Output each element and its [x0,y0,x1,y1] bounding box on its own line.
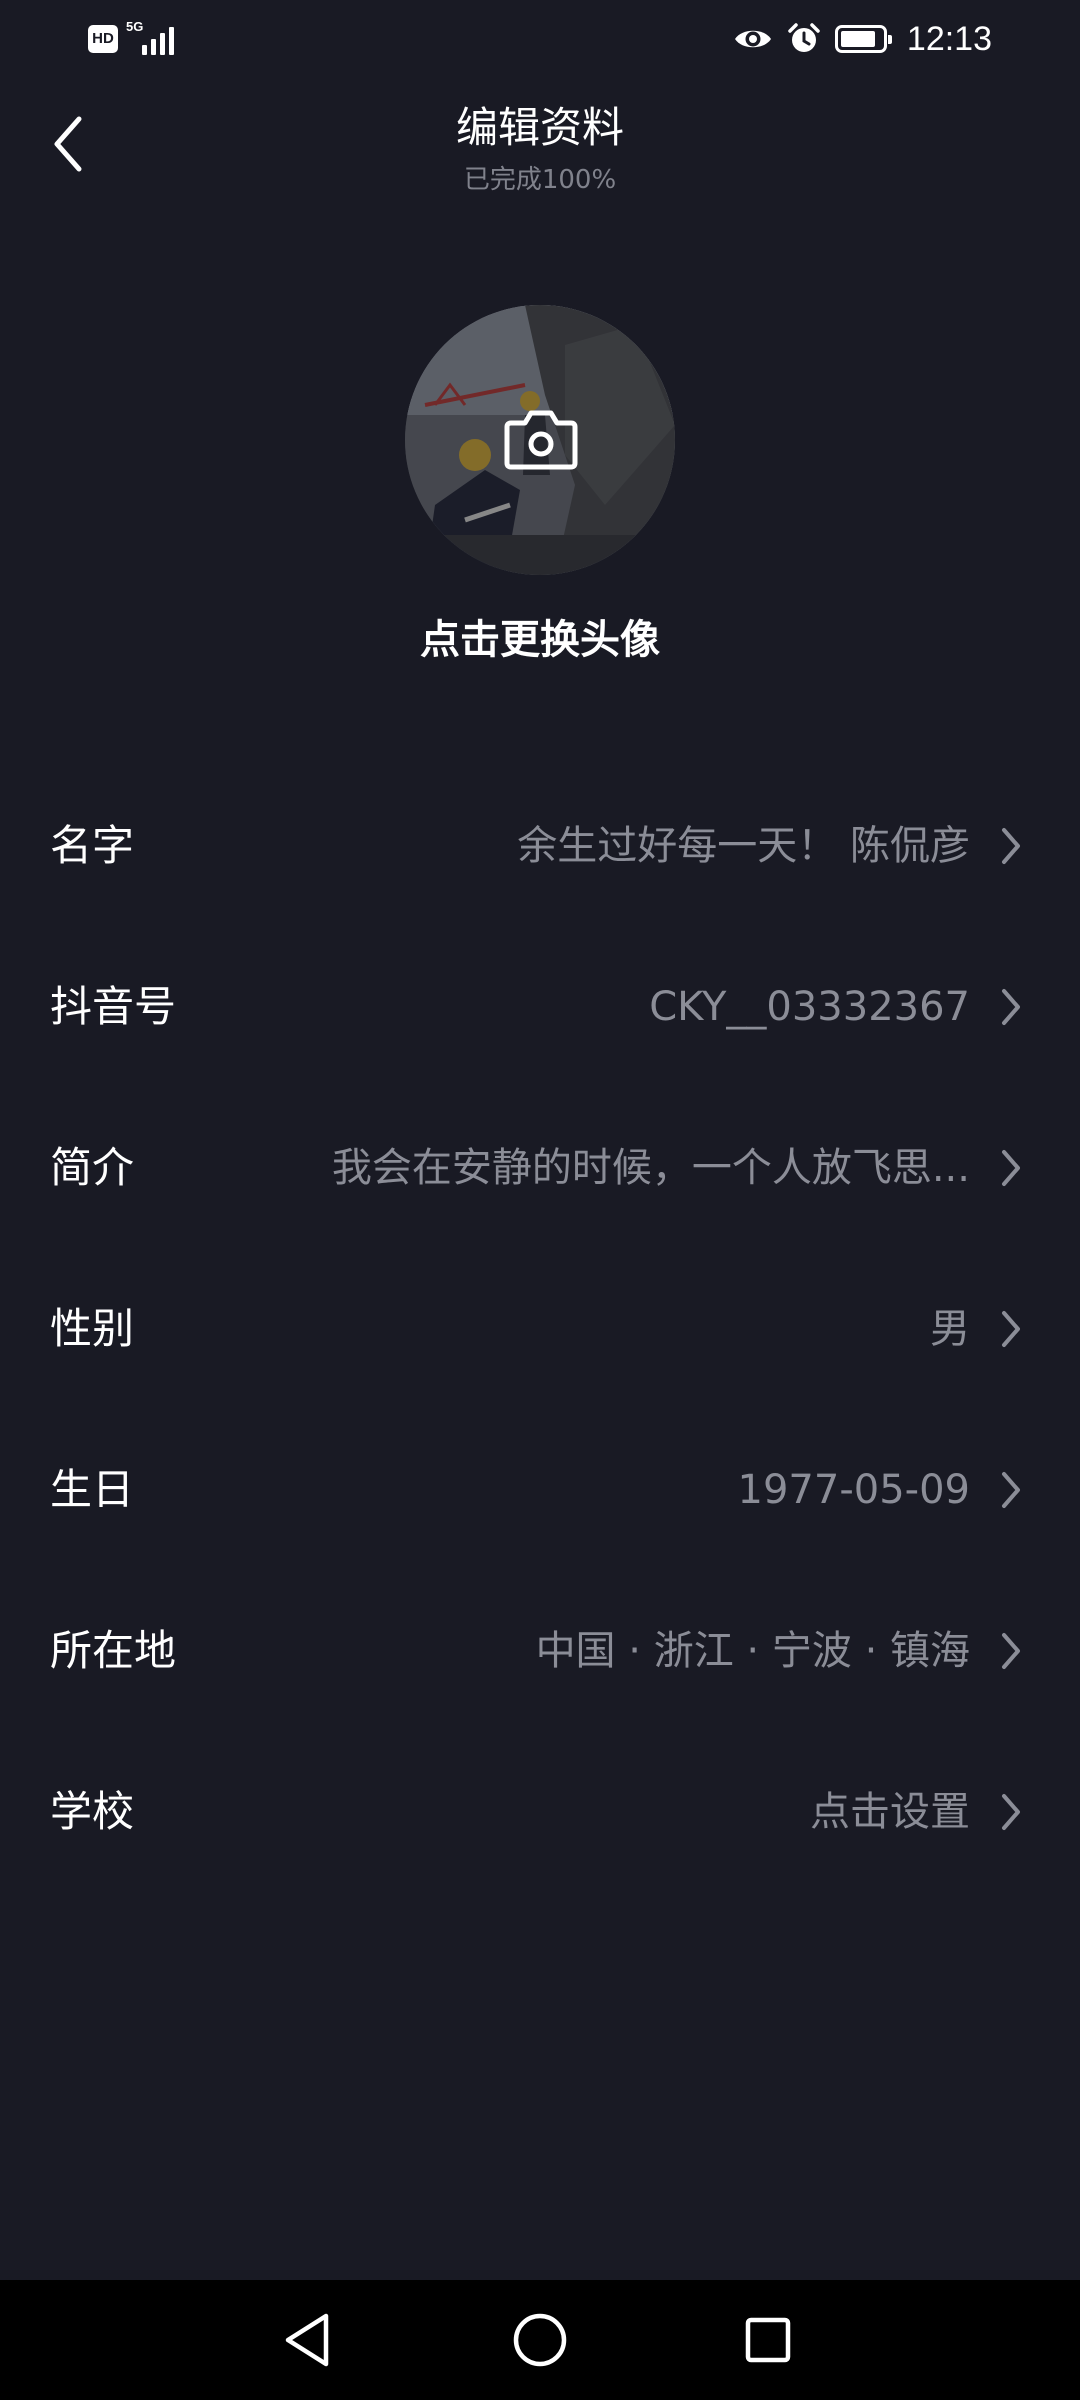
signal-bar [160,33,165,55]
system-nav-bar [0,2280,1080,2400]
avatar[interactable] [405,305,675,575]
profile-field-list: 名字 余生过好每一天！ 陈侃彦 抖音号 CKY__03332367 简介 我会在… [0,765,1080,1892]
row-value: 1977-05-09 [737,1466,970,1513]
status-bar: HD 5G 12:13 [0,0,1080,80]
signal-bar [169,27,174,55]
nav-back-button[interactable] [272,2304,344,2376]
row-value: CKY__03332367 [649,983,970,1030]
profile-row-name[interactable]: 名字 余生过好每一天！ 陈侃彦 [0,765,1080,926]
completion-status: 已完成100% [463,165,617,195]
chevron-right-icon [1002,1310,1020,1347]
profile-row-douyin-id[interactable]: 抖音号 CKY__03332367 [0,926,1080,1087]
hd-badge: HD [88,25,118,53]
home-circle-icon [513,2313,567,2367]
chevron-right-icon [1002,827,1020,864]
profile-row-location[interactable]: 所在地 中国 · 浙江 · 宁波 · 镇海 [0,1570,1080,1731]
page-title: 编辑资料 [455,103,624,152]
row-label: 学校 [50,1786,135,1836]
chevron-right-icon [1002,988,1020,1025]
row-value: 男 [930,1305,970,1352]
eye-icon [734,30,771,48]
row-label: 性别 [50,1303,135,1353]
status-left: HD 5G [88,19,182,58]
chevron-right-icon [1002,1793,1020,1830]
profile-row-birthday[interactable]: 生日 1977-05-09 [0,1409,1080,1570]
row-label: 所在地 [50,1625,177,1675]
chevron-right-icon [1002,1149,1020,1186]
row-value: 点击设置 [810,1788,970,1835]
signal-bar [151,39,156,55]
chevron-right-icon [1002,1632,1020,1669]
status-right: 12:13 [733,18,992,60]
row-label: 名字 [50,820,135,870]
profile-row-gender[interactable]: 性别 男 [0,1248,1080,1409]
camera-icon [504,410,578,470]
row-value: 中国 · 浙江 · 宁波 · 镇海 [535,1627,970,1674]
row-label: 生日 [50,1464,135,1514]
battery-tip [887,35,892,44]
battery-icon [834,25,892,53]
edit-profile-screen: HD 5G 12:13 编辑资料 已完成100% 点击更换头像 名字 余生过好每… [0,0,1080,2400]
row-value: 我会在安静的时候，一个人放飞思... [331,1144,970,1191]
row-label: 抖音号 [50,981,177,1031]
battery-fill [840,31,875,47]
signal-bar [142,45,147,55]
signal-bars [142,27,174,55]
nav-recents-button[interactable] [732,2304,804,2376]
back-triangle-icon [285,2313,329,2367]
profile-row-bio[interactable]: 简介 我会在安静的时候，一个人放飞思... [0,1087,1080,1248]
change-avatar-label[interactable]: 点击更换头像 [0,612,1080,668]
row-label: 简介 [50,1142,135,1192]
profile-row-school[interactable]: 学校 点击设置 [0,1731,1080,1892]
nav-home-button[interactable] [504,2304,576,2376]
chevron-right-icon [1002,1471,1020,1508]
signal-icon: 5G [126,19,182,57]
row-value: 余生过好每一天！ 陈侃彦 [517,822,970,869]
status-time: 12:13 [906,19,992,58]
recents-square-icon [745,2317,791,2363]
network-type-label: 5G [126,19,144,34]
alarm-icon [788,23,820,52]
